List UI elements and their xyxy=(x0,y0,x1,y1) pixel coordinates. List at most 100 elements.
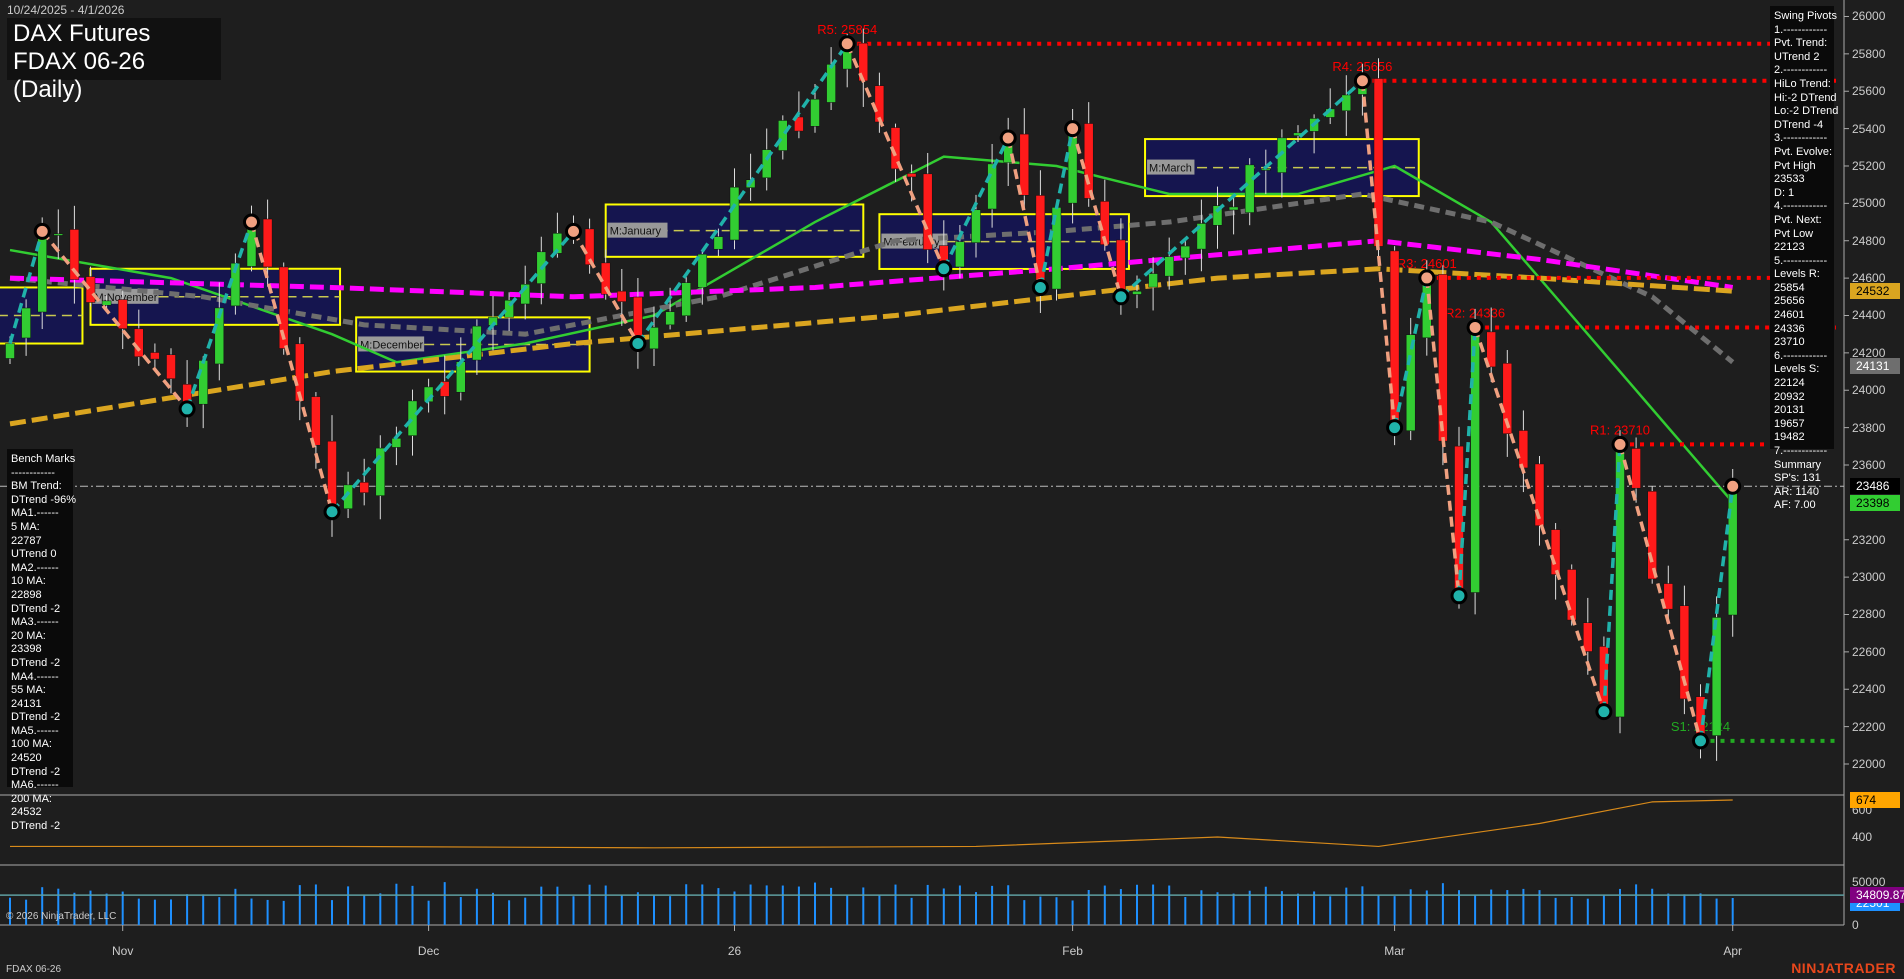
pivot-marker xyxy=(245,215,259,229)
bench-marks-line: ------------ xyxy=(11,467,69,481)
swing-pivots-line: D: 1 xyxy=(1774,187,1830,201)
ninjatrader-logo: NINJATRADER xyxy=(1791,960,1896,976)
swing-pivots-panel: Swing Pivots1.------------Pvt. Trend:UTr… xyxy=(1770,6,1834,449)
pivot-marker xyxy=(325,505,339,519)
swing-pivots-line: 20131 xyxy=(1774,404,1830,418)
price-chart[interactable]: M:NovemberM:DecemberM:JanuaryM:FebruaryM… xyxy=(0,0,1904,979)
pivot-marker xyxy=(840,37,854,51)
swing-pivots-line: DTrend -4 xyxy=(1774,119,1830,133)
bench-marks-line: 55 MA: xyxy=(11,684,69,698)
candle-body xyxy=(1165,257,1174,276)
price-axis-label: 24000 xyxy=(1852,383,1885,397)
swing-pivots-line: 20932 xyxy=(1774,391,1830,405)
bench-marks-line: MA4.------ xyxy=(11,671,69,685)
pivot-marker xyxy=(1355,74,1369,88)
time-axis-label: Mar xyxy=(1384,944,1405,958)
bench-marks-line: MA2.------ xyxy=(11,562,69,576)
pivot-marker xyxy=(1114,290,1128,304)
swing-pivots-line: 1.------------ xyxy=(1774,24,1830,38)
candle-body xyxy=(698,254,707,287)
bench-marks-line: MA5.------ xyxy=(11,725,69,739)
candle-body xyxy=(167,355,176,379)
swing-pivots-line: Summary xyxy=(1774,459,1830,473)
time-axis-label: Feb xyxy=(1062,944,1083,958)
volume-average-tag: 34809.87 xyxy=(1850,887,1904,903)
candle-body xyxy=(472,326,481,360)
indicator-axis-label: 400 xyxy=(1852,830,1872,844)
swing-pivots-line: 6.------------ xyxy=(1774,350,1830,364)
candle-body xyxy=(666,312,675,325)
swing-pivots-line: 23710 xyxy=(1774,336,1830,350)
swing-pivots-line: HiLo Trend: xyxy=(1774,78,1830,92)
candle-body xyxy=(1245,165,1254,213)
candle-body xyxy=(360,482,369,492)
bench-marks-line: DTrend -2 xyxy=(11,657,69,671)
bench-marks-line: 23398 xyxy=(11,643,69,657)
pivot-marker xyxy=(1597,705,1611,719)
copyright: © 2026 NinjaTrader, LLC xyxy=(6,911,116,922)
time-axis-label: Dec xyxy=(418,944,439,958)
candle-body xyxy=(86,277,95,303)
swing-pivots-line: 24601 xyxy=(1774,309,1830,323)
date-range: 10/24/2025 - 4/1/2026 xyxy=(7,3,124,17)
bench-marks-line: 22787 xyxy=(11,535,69,549)
candle-body xyxy=(811,99,820,126)
pivot-marker xyxy=(567,224,581,238)
chart-subtitle: FDAX 06-26 (Daily) xyxy=(13,48,215,104)
price-axis-label: 23000 xyxy=(1852,570,1885,584)
bench-marks-line: DTrend -2 xyxy=(11,711,69,725)
swing-pivots-line: 25656 xyxy=(1774,295,1830,309)
swing-pivots-line: Pvt Low xyxy=(1774,228,1830,242)
price-axis-label: 22600 xyxy=(1852,645,1885,659)
candle-body xyxy=(199,360,208,404)
price-tag: 24532 xyxy=(1850,283,1900,299)
price-axis-label: 22000 xyxy=(1852,757,1885,771)
swing-pivots-line: 22124 xyxy=(1774,377,1830,391)
candle-body xyxy=(1438,274,1447,441)
swing-pivots-line: 24336 xyxy=(1774,323,1830,337)
time-axis-label: Apr xyxy=(1723,944,1742,958)
candle-body xyxy=(134,329,143,357)
indicator-tag: 674 xyxy=(1850,792,1900,808)
candle-body xyxy=(1133,291,1142,294)
pivot-marker xyxy=(1388,421,1402,435)
pivot-marker xyxy=(631,337,645,351)
bench-marks-line: MA6.------ xyxy=(11,779,69,793)
candle-body xyxy=(376,448,385,496)
swing-pivots-line: 22123 xyxy=(1774,241,1830,255)
candle-body xyxy=(1229,207,1238,210)
bench-marks-line: BM Trend: xyxy=(11,480,69,494)
volume-axis-label: 0 xyxy=(1852,918,1859,932)
candle-body xyxy=(6,344,15,359)
candle-body xyxy=(150,352,159,359)
pivot-marker xyxy=(1452,589,1466,603)
swing-leg xyxy=(1073,129,1121,297)
swing-pivots-line: Levels S: xyxy=(1774,363,1830,377)
bench-marks-line: Bench Marks xyxy=(11,453,69,467)
swing-pivots-line: 2.------------ xyxy=(1774,64,1830,78)
swing-pivots-line: 19482 xyxy=(1774,431,1830,445)
bench-marks-line: 24131 xyxy=(11,698,69,712)
price-axis-label: 24400 xyxy=(1852,308,1885,322)
price-axis-label: 25000 xyxy=(1852,196,1885,210)
swing-pivots-line: Levels R: xyxy=(1774,268,1830,282)
candle-body xyxy=(1149,274,1158,288)
price-axis-label: 25200 xyxy=(1852,159,1885,173)
swing-leg xyxy=(638,44,847,344)
candle-body xyxy=(955,242,964,267)
candle-body xyxy=(1583,623,1592,652)
candle-body xyxy=(1181,246,1190,258)
candle-body xyxy=(54,234,63,236)
price-axis-label: 26000 xyxy=(1852,9,1885,23)
instrument-label: FDAX 06-26 xyxy=(6,964,61,975)
price-tag: 24131 xyxy=(1850,358,1900,374)
swing-pivots-line: AF: 7.00 xyxy=(1774,499,1830,513)
swing-pivots-line: UTrend 2 xyxy=(1774,51,1830,65)
bench-marks-panel: Bench Marks------------BM Trend: DTrend -… xyxy=(7,449,73,787)
candle-body xyxy=(1342,95,1351,111)
bench-marks-line: 100 MA: xyxy=(11,738,69,752)
swing-pivots-line: 19657 xyxy=(1774,418,1830,432)
bench-marks-line: DTrend -2 xyxy=(11,603,69,617)
candle-body xyxy=(408,401,417,436)
candle-body xyxy=(972,210,981,243)
